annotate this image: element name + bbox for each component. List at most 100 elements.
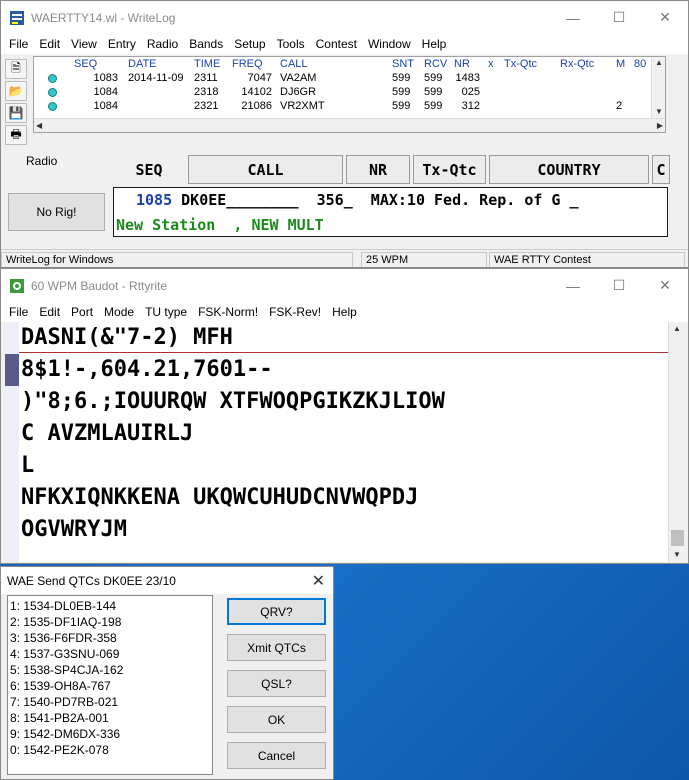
list-item[interactable]: 8: 1541-PB2A-001 bbox=[10, 710, 212, 726]
col-freq[interactable]: FREQ bbox=[226, 58, 278, 70]
menu-help[interactable]: Help bbox=[326, 305, 362, 319]
open-folder-icon[interactable]: 📂 bbox=[5, 81, 27, 101]
menu-edit[interactable]: Edit bbox=[33, 305, 65, 319]
menu-tools[interactable]: Tools bbox=[271, 37, 310, 51]
menu-edit[interactable]: Edit bbox=[33, 37, 65, 51]
col-date[interactable]: DATE bbox=[122, 58, 190, 70]
list-item[interactable]: 4: 1537-G3SNU-069 bbox=[10, 646, 212, 662]
scroll-thumb[interactable] bbox=[671, 530, 684, 546]
col-time[interactable]: TIME bbox=[190, 58, 226, 70]
xmit-qtcs-button[interactable]: Xmit QTCs bbox=[227, 634, 326, 661]
new-file-icon[interactable]: 🗎 bbox=[5, 59, 27, 79]
rtty-line[interactable]: OGVWRYJM bbox=[21, 514, 668, 546]
rtty-line[interactable]: L bbox=[21, 450, 668, 482]
menu-file[interactable]: File bbox=[3, 305, 33, 319]
entry-header-c[interactable]: C bbox=[652, 155, 670, 184]
close-button[interactable]: ✕ bbox=[642, 269, 688, 302]
qso-log-grid[interactable]: SEQ DATE TIME FREQ CALL SNT RCV NR x Tx-… bbox=[33, 56, 666, 133]
maximize-button[interactable]: ☐ bbox=[596, 269, 642, 302]
list-item[interactable]: 1: 1534-DL0EB-144 bbox=[10, 598, 212, 614]
col-seq[interactable]: SEQ bbox=[70, 58, 122, 70]
entry-header-country[interactable]: COUNTRY bbox=[489, 155, 649, 184]
menu-file[interactable]: File bbox=[3, 37, 33, 51]
menu-view[interactable]: View bbox=[65, 37, 102, 51]
table-row[interactable]: 1084 2318 14102 DJ6GR 599 599 025 bbox=[34, 85, 665, 99]
menu-setup[interactable]: Setup bbox=[228, 37, 270, 51]
qsl-button[interactable]: QSL? bbox=[227, 670, 326, 697]
no-rig-button[interactable]: No Rig! bbox=[8, 193, 105, 231]
col-snt[interactable]: SNT bbox=[390, 58, 422, 70]
scroll-up-icon[interactable]: ▲ bbox=[673, 324, 681, 333]
menu-port[interactable]: Port bbox=[65, 305, 98, 319]
list-item[interactable]: 0: 1542-PE2K-078 bbox=[10, 742, 212, 758]
list-item[interactable]: 9: 1542-DM6DX-336 bbox=[10, 726, 212, 742]
close-icon[interactable]: ✕ bbox=[312, 571, 325, 591]
writelog-titlebar[interactable]: WAERTTY14.wl - WriteLog — ☐ ✕ bbox=[1, 1, 688, 34]
menu-bands[interactable]: Bands bbox=[183, 37, 228, 51]
cancel-button[interactable]: Cancel bbox=[227, 742, 326, 769]
log-vertical-scrollbar[interactable]: ▲ ▼ bbox=[651, 57, 665, 119]
log-horizontal-scrollbar[interactable]: ◀ ▶ bbox=[34, 118, 665, 132]
qso-entry-box[interactable]: 1085 DK0EE________ 356_ MAX:10 Fed. Rep.… bbox=[113, 187, 668, 237]
scroll-down-icon[interactable]: ▼ bbox=[673, 550, 681, 559]
scroll-right-icon[interactable]: ▶ bbox=[657, 121, 663, 130]
table-row[interactable]: 1083 2014-11-09 2311 7047 VA2AM 599 599 … bbox=[34, 71, 665, 85]
rtty-line[interactable]: 8$1!-,604.21,7601-- bbox=[21, 354, 668, 386]
col-rcv[interactable]: RCV bbox=[422, 58, 452, 70]
writelog-app-icon bbox=[9, 10, 25, 26]
rtty-line[interactable]: C AVZMLAUIRLJ bbox=[21, 418, 668, 450]
close-button[interactable]: ✕ bbox=[642, 1, 688, 34]
menu-mode[interactable]: Mode bbox=[98, 305, 139, 319]
menu-window[interactable]: Window bbox=[362, 37, 416, 51]
table-row[interactable]: 1084 2321 21086 VR2XMT 599 599 312 2 bbox=[34, 99, 665, 113]
list-item[interactable]: 5: 1538-SP4CJA-162 bbox=[10, 662, 212, 678]
col-x[interactable]: x bbox=[486, 58, 502, 70]
entry-header-tx-qtc[interactable]: Tx-Qtc bbox=[413, 155, 486, 184]
list-item[interactable]: 2: 1535-DF1IAQ-198 bbox=[10, 614, 212, 630]
menu-radio[interactable]: Radio bbox=[141, 37, 183, 51]
cell-snt: 599 bbox=[392, 86, 411, 98]
qtc-titlebar[interactable]: WAE Send QTCs DK0EE 23/10 ✕ bbox=[1, 567, 333, 594]
rttyrite-menubar: File Edit Port Mode TU type FSK-Norm! FS… bbox=[1, 302, 688, 322]
scroll-up-icon[interactable]: ▲ bbox=[655, 58, 663, 67]
cell-nr: 1483 bbox=[455, 72, 480, 84]
list-item[interactable]: 7: 1540-PD7RB-021 bbox=[10, 694, 212, 710]
cell-nr: 025 bbox=[461, 86, 480, 98]
minimize-button[interactable]: — bbox=[550, 1, 596, 34]
menu-fsk-rev[interactable]: FSK-Rev! bbox=[263, 305, 326, 319]
maximize-button[interactable]: ☐ bbox=[596, 1, 642, 34]
cell-seq: 1084 bbox=[93, 86, 118, 98]
cell-call: DJ6GR bbox=[280, 86, 317, 98]
entry-header-call[interactable]: CALL bbox=[188, 155, 343, 184]
menu-contest[interactable]: Contest bbox=[310, 37, 362, 51]
entry-header-nr[interactable]: NR bbox=[346, 155, 410, 184]
list-item[interactable]: 3: 1536-F6FDR-358 bbox=[10, 630, 212, 646]
rtty-line[interactable]: DASNI(&"7-2) MFH bbox=[21, 322, 668, 354]
col-80[interactable]: 80 bbox=[632, 58, 652, 70]
rtty-line[interactable]: NFKXIQNKKENA UKQWCUHUDCNVWQPDJ bbox=[21, 482, 668, 514]
rttyrite-titlebar[interactable]: 60 WPM Baudot - Rttyrite — ☐ ✕ bbox=[1, 269, 688, 302]
menu-fsk-norm[interactable]: FSK-Norm! bbox=[192, 305, 263, 319]
menu-help[interactable]: Help bbox=[416, 37, 452, 51]
col-call[interactable]: CALL bbox=[278, 58, 390, 70]
col-tx-qtc[interactable]: Tx-Qtc bbox=[502, 58, 558, 70]
scroll-left-icon[interactable]: ◀ bbox=[36, 121, 42, 130]
minimize-button[interactable]: — bbox=[550, 269, 596, 302]
entry-fields[interactable]: DK0EE________ 356_ MAX:10 Fed. Rep. of G… bbox=[172, 191, 578, 209]
menu-tu-type[interactable]: TU type bbox=[139, 305, 192, 319]
col-nr[interactable]: NR bbox=[452, 58, 486, 70]
rtty-scrollbar[interactable]: ▲ ▼ bbox=[668, 322, 685, 562]
rtty-receive-pane[interactable]: DASNI(&"7-2) MFH 8$1!-,604.21,7601-- )"8… bbox=[5, 322, 668, 562]
save-icon[interactable]: 💾 bbox=[5, 103, 27, 123]
qtc-listbox[interactable]: 1: 1534-DL0EB-144 2: 1535-DF1IAQ-198 3: … bbox=[7, 595, 213, 775]
qrv-button[interactable]: QRV? bbox=[227, 598, 326, 625]
rtty-line[interactable]: )"8;6.;IOUURQW XTFWOQPGIKZKJLIOW bbox=[21, 386, 668, 418]
menu-entry[interactable]: Entry bbox=[102, 37, 141, 51]
scroll-down-icon[interactable]: ▼ bbox=[655, 107, 663, 116]
list-item[interactable]: 6: 1539-OH8A-767 bbox=[10, 678, 212, 694]
col-m[interactable]: M bbox=[614, 58, 632, 70]
cell-seq: 1083 bbox=[93, 72, 118, 84]
print-icon[interactable]: 🖶 bbox=[5, 125, 27, 145]
col-rx-qtc[interactable]: Rx-Qtc bbox=[558, 58, 614, 70]
ok-button[interactable]: OK bbox=[227, 706, 326, 733]
